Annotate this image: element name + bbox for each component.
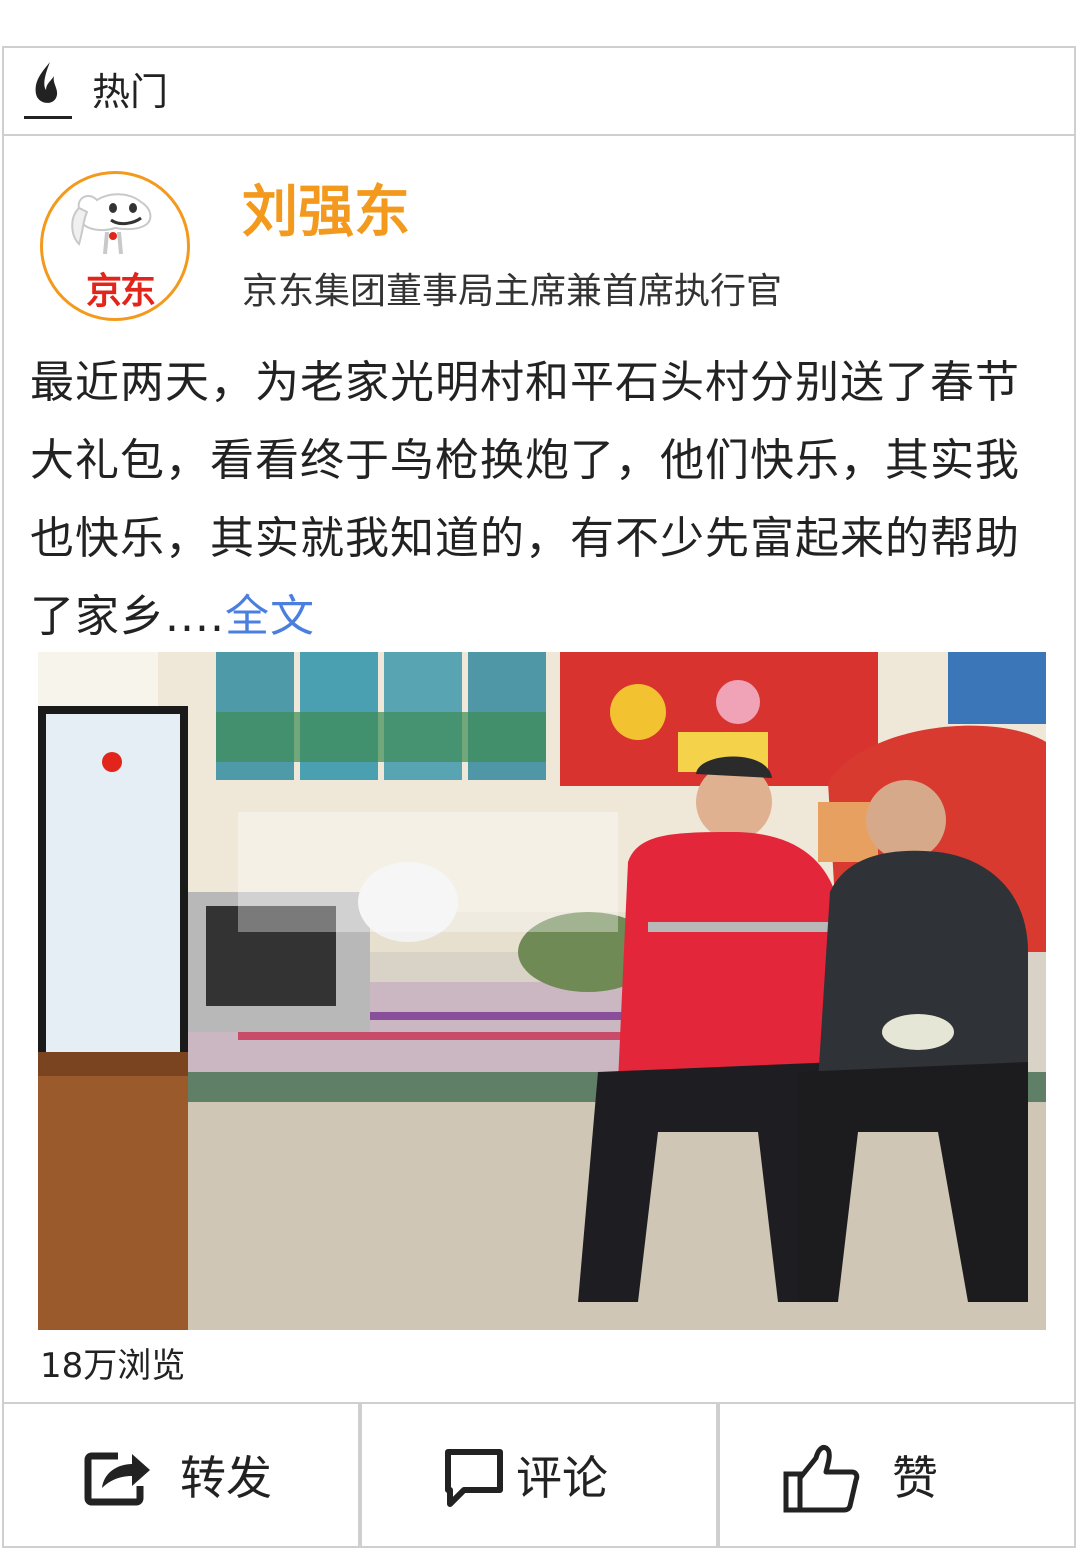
section-label: 热门 xyxy=(92,70,169,114)
author-title: 京东集团董事局主席兼首席执行官 xyxy=(242,271,783,312)
share-button[interactable]: 转发 xyxy=(4,1404,362,1548)
share-label: 转发 xyxy=(180,1451,272,1505)
share-icon xyxy=(84,1452,150,1506)
post-body: 最近两天，为老家光明村和平石头村分别送了春节大礼包，看看终于鸟枪换炮了，他们快乐… xyxy=(30,357,1020,642)
like-button[interactable]: 赞 xyxy=(720,1404,1074,1548)
avatar-logo-text: 京东 xyxy=(85,271,156,312)
full-text-link[interactable]: 全文 xyxy=(225,591,315,642)
author-avatar[interactable]: 京东 xyxy=(40,171,190,321)
comment-button[interactable]: 评论 xyxy=(362,1404,720,1548)
like-label: 赞 xyxy=(892,1451,938,1505)
action-bar: 转发 评论 赞 xyxy=(4,1402,1074,1548)
post-photo[interactable] xyxy=(38,652,1046,1330)
flame-icon xyxy=(24,62,72,119)
author-name[interactable]: 刘强东 xyxy=(242,178,410,248)
post-text: 最近两天，为老家光明村和平石头村分别送了春节大礼包，看看终于鸟枪换炮了，他们快乐… xyxy=(30,344,1054,656)
hot-post-card: 热门 京东 刘强东 京东集团董事局主席兼首席执行官 最近两天，为老家光明村和平石… xyxy=(2,46,1076,1548)
view-count: 18万浏览 xyxy=(40,1346,186,1386)
comment-icon xyxy=(445,1449,503,1507)
thumbs-up-icon xyxy=(783,1445,860,1513)
section-header: 热门 xyxy=(4,48,1074,136)
comment-label: 评论 xyxy=(516,1451,608,1505)
post-photo-image xyxy=(38,652,1046,1330)
